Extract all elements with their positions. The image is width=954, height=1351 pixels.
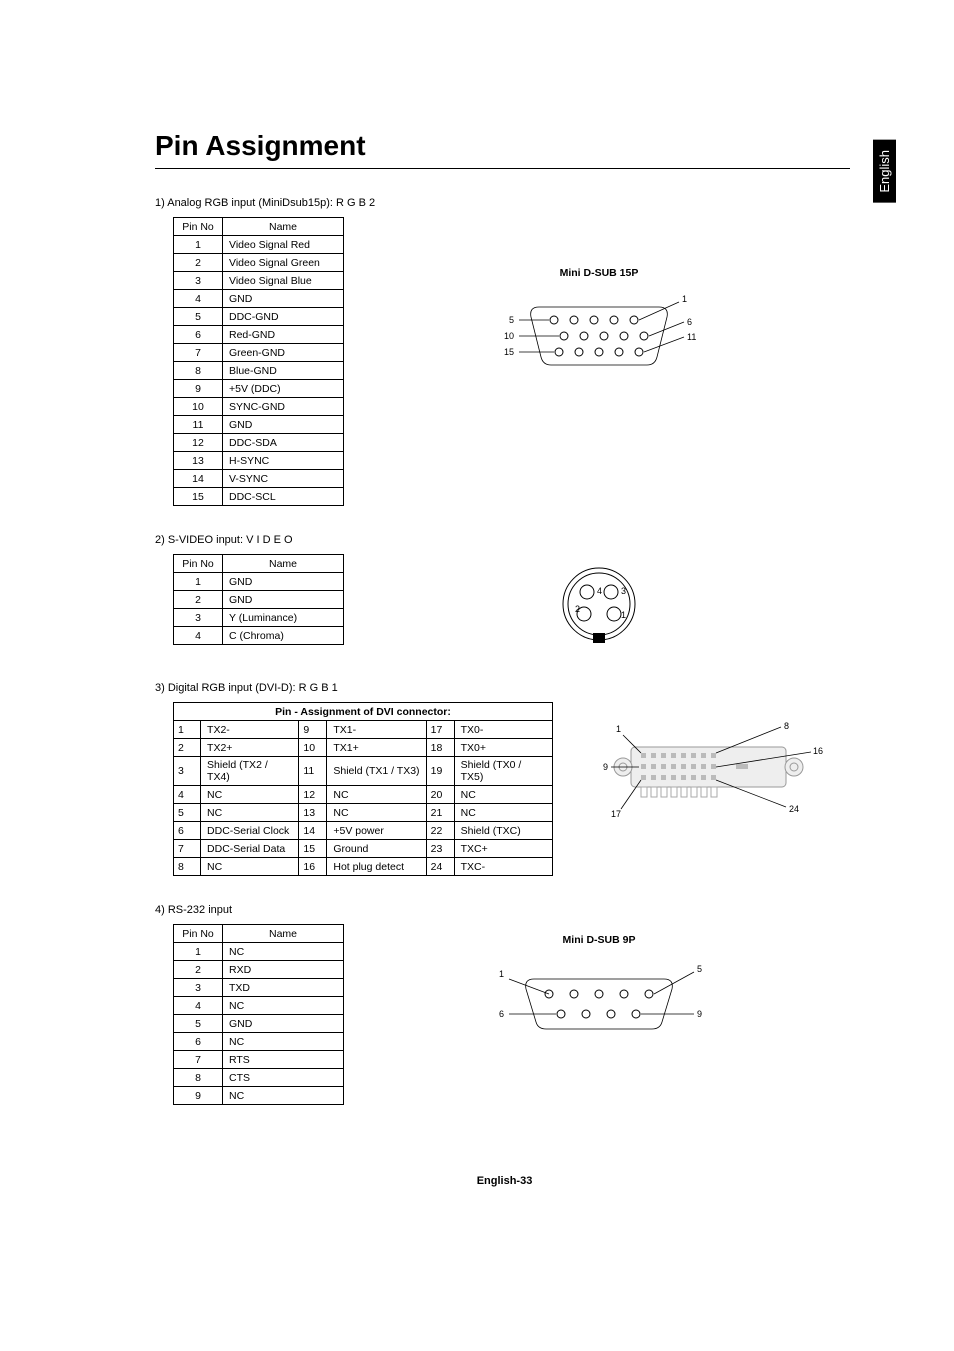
svg-text:15: 15 [504, 347, 514, 357]
svg-text:1: 1 [616, 724, 621, 734]
table-row: 10SYNC-GND [174, 398, 344, 416]
table-row: 6Red-GND [174, 326, 344, 344]
table-row: 3Y (Luminance) [174, 609, 344, 627]
table-row: 9+5V (DDC) [174, 380, 344, 398]
svg-text:6: 6 [687, 317, 692, 327]
table-row: 9NC [174, 1087, 344, 1105]
table-row: 13H-SYNC [174, 452, 344, 470]
table-row: 3Shield (TX2 / TX4)11Shield (TX1 / TX3)1… [174, 757, 553, 786]
table-row: 7RTS [174, 1051, 344, 1069]
diagram4-title: Mini D-SUB 9P [563, 934, 636, 946]
svg-text:11: 11 [687, 332, 696, 342]
section2-table: Pin NoName 1GND 2GND 3Y (Luminance) 4C (… [173, 554, 344, 645]
dsub9-diagram: 1 6 5 9 [469, 954, 729, 1054]
table-row: 7Green-GND [174, 344, 344, 362]
table-row: 1TX2-9TX1-17TX0- [174, 721, 553, 739]
svg-text:1: 1 [499, 969, 504, 979]
svg-text:9: 9 [697, 1009, 702, 1019]
table-row: 1NC [174, 943, 344, 961]
table-row: 3Video Signal Blue [174, 272, 344, 290]
svg-text:8: 8 [784, 721, 789, 731]
svg-text:9: 9 [603, 762, 608, 772]
svg-text:2: 2 [575, 604, 580, 614]
table-header-row: Pin NoName [174, 218, 344, 236]
table-row: 5DDC-GND [174, 308, 344, 326]
svg-text:6: 6 [499, 1009, 504, 1019]
table-row: 7DDC-Serial Data15Ground23TXC+ [174, 840, 553, 858]
table-row: 1GND [174, 573, 344, 591]
table-row: 2Video Signal Green [174, 254, 344, 272]
table-header-row: Pin NoName [174, 555, 344, 573]
table-row: 8NC16Hot plug detect24TXC- [174, 858, 553, 876]
table-row: 4GND [174, 290, 344, 308]
table-row: 2TX2+10TX1+18TX0+ [174, 739, 553, 757]
table-row: 8CTS [174, 1069, 344, 1087]
table-row: 2GND [174, 591, 344, 609]
diagram1-title: Mini D-SUB 15P [560, 267, 639, 279]
dvi-diagram: 1 8 9 16 17 24 [611, 717, 821, 827]
table-row: 6DDC-Serial Clock14+5V power22Shield (TX… [174, 822, 553, 840]
svg-text:16: 16 [813, 746, 823, 756]
svg-text:5: 5 [509, 315, 514, 325]
table-row: 12DDC-SDA [174, 434, 344, 452]
table-row: 11GND [174, 416, 344, 434]
table-row: 5NC13NC21NC [174, 804, 553, 822]
svg-text:5: 5 [697, 964, 702, 974]
svg-text:17: 17 [611, 809, 621, 819]
table-row: 1Video Signal Red [174, 236, 344, 254]
table-header-row: Pin - Assignment of DVI connector: [174, 703, 553, 721]
table-row: 5GND [174, 1015, 344, 1033]
table-row: 4NC [174, 997, 344, 1015]
page-footer: English-33 [155, 1175, 854, 1187]
table-row: 15DDC-SCL [174, 488, 344, 506]
section3-label: 3) Digital RGB input (DVI-D): R G B 1 [155, 682, 854, 694]
svg-text:24: 24 [789, 804, 799, 814]
section3-table: Pin - Assignment of DVI connector: 1TX2-… [173, 702, 553, 876]
table-row: 3TXD [174, 979, 344, 997]
page-content: Pin Assignment 1) Analog RGB input (Mini… [0, 0, 954, 1227]
dsub15-diagram: 5 10 15 1 6 11 [484, 287, 714, 387]
table-row: 8Blue-GND [174, 362, 344, 380]
table-header-row: Pin NoName [174, 925, 344, 943]
table-row: 4NC12NC20NC [174, 786, 553, 804]
page-title: Pin Assignment [155, 130, 850, 169]
section2-label: 2) S-VIDEO input: V I D E O [155, 534, 854, 546]
svg-text:3: 3 [621, 586, 626, 596]
svg-text:4: 4 [597, 586, 602, 596]
svg-text:1: 1 [682, 294, 687, 304]
svg-text:10: 10 [504, 331, 514, 341]
svideo-diagram: 4 3 2 1 [549, 554, 649, 654]
svg-text:1: 1 [621, 610, 626, 620]
section1-label: 1) Analog RGB input (MiniDsub15p): R G B… [155, 197, 854, 209]
table-row: 4C (Chroma) [174, 627, 344, 645]
section1-table: Pin NoName 1Video Signal Red 2Video Sign… [173, 217, 344, 506]
section4-table: Pin NoName 1NC 2RXD 3TXD 4NC 5GND 6NC 7R… [173, 924, 344, 1105]
table-row: 14V-SYNC [174, 470, 344, 488]
table-row: 2RXD [174, 961, 344, 979]
table-row: 6NC [174, 1033, 344, 1051]
section4-label: 4) RS-232 input [155, 904, 854, 916]
